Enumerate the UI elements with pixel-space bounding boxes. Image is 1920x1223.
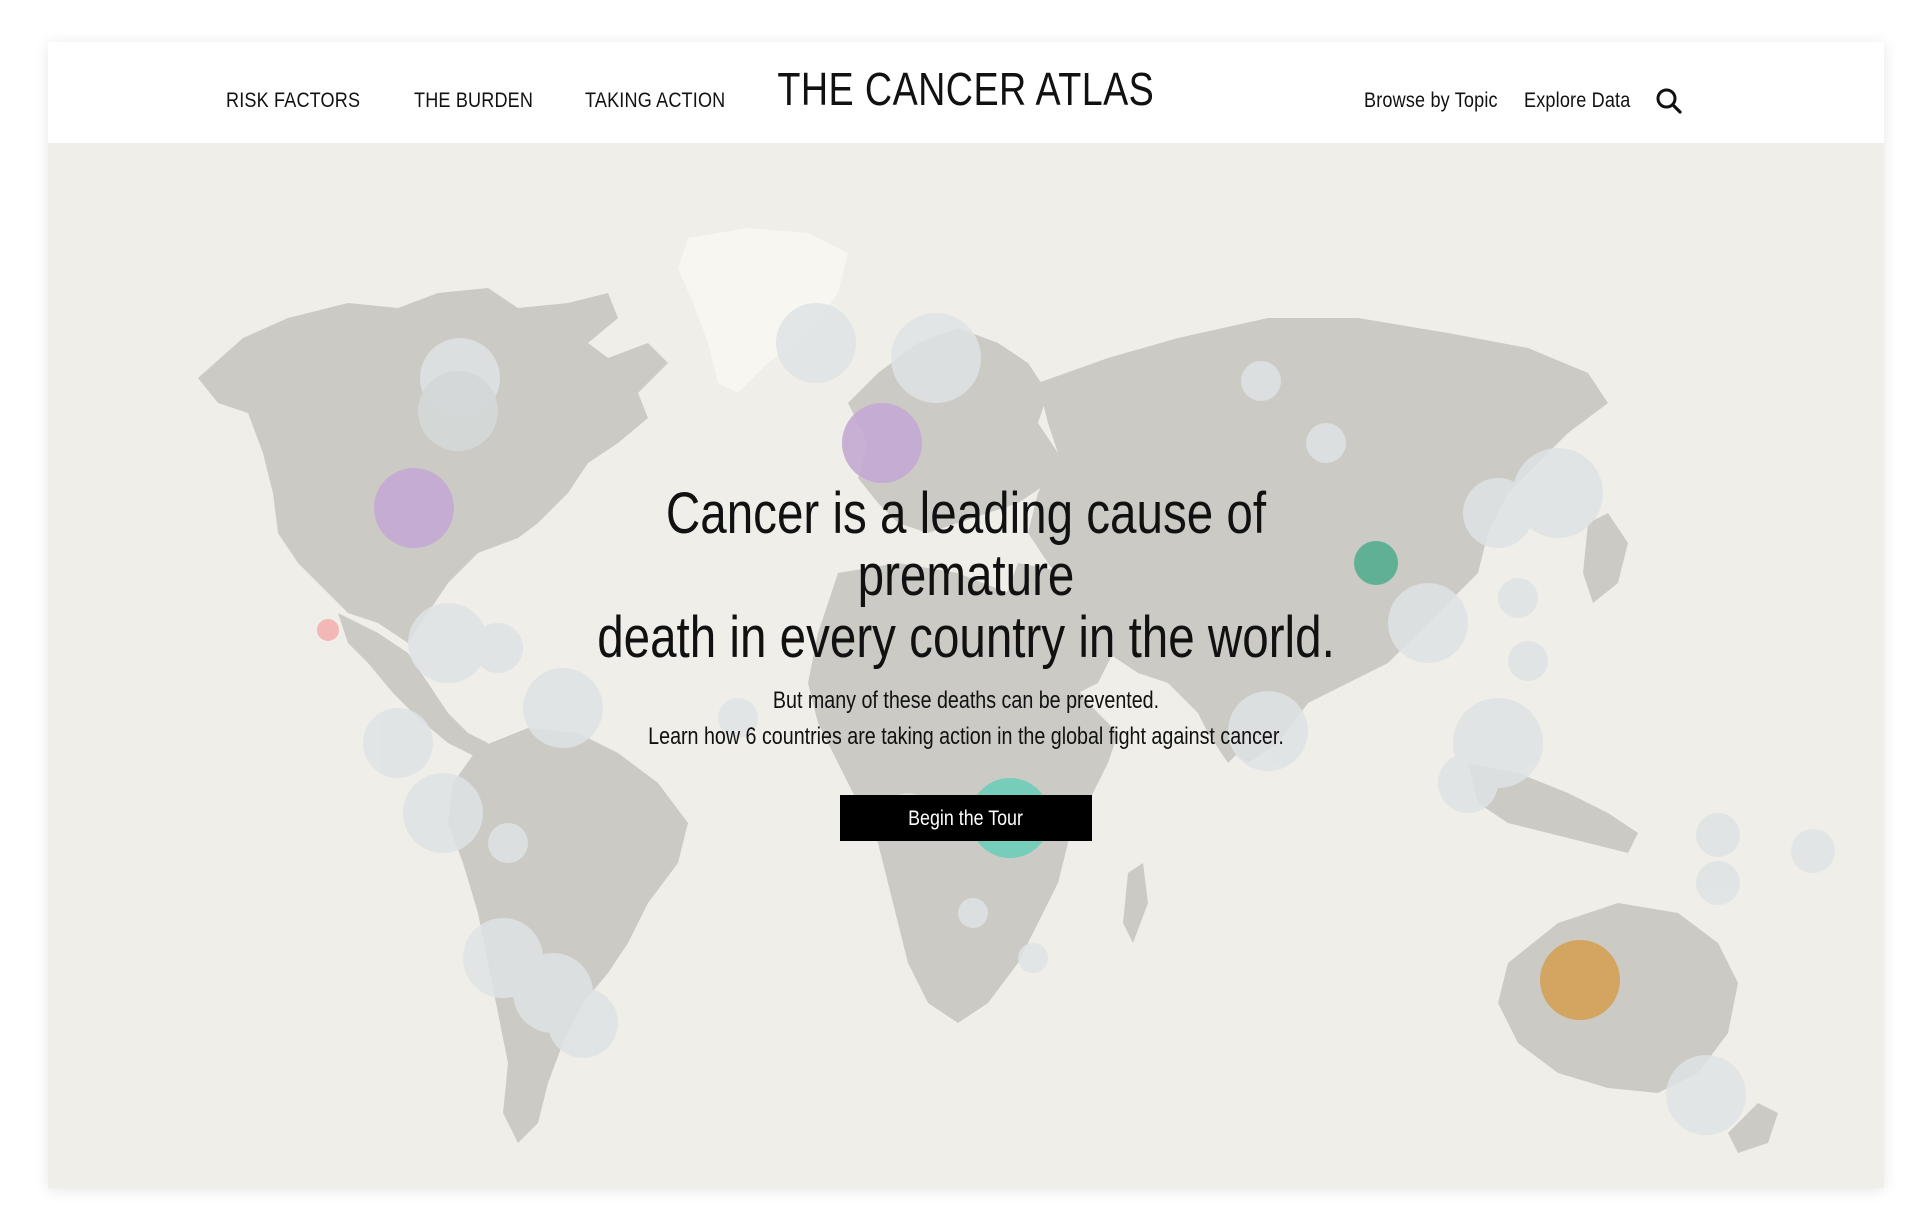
nav-the-burden[interactable]: THE BURDEN (414, 73, 533, 113)
hero-headline-line-1: Cancer is a leading cause of premature (665, 481, 1267, 608)
primary-nav: RISK FACTORS THE BURDEN TAKING ACTION (226, 42, 748, 143)
nav-taking-action[interactable]: TAKING ACTION (585, 73, 725, 113)
hero-subtitle-line-2: Learn how 6 countries are taking action … (648, 723, 1284, 750)
bubble (1241, 361, 1281, 401)
land-madagascar (1123, 863, 1148, 943)
hero-subtitle: But many of these deaths can be prevente… (597, 683, 1335, 755)
bubble (891, 313, 981, 403)
bubble (1018, 943, 1048, 973)
bubble (958, 898, 988, 928)
bubble (548, 988, 618, 1058)
site-logo-text[interactable]: THE CANCER ATLAS (778, 62, 1155, 116)
bubble (776, 303, 856, 383)
bubble (1666, 1055, 1746, 1135)
search-button[interactable] (1653, 85, 1685, 117)
hero: Cancer is a leading cause of premature d… (48, 483, 1884, 841)
secondary-nav: Browse by Topic Explore Data (1364, 42, 1685, 143)
begin-tour-button-label: Begin the Tour (908, 807, 1024, 830)
hero-headline: Cancer is a leading cause of premature d… (556, 483, 1376, 669)
bubble (1696, 861, 1740, 905)
bubble-australia[interactable] (1540, 940, 1620, 1020)
world-map[interactable]: Cancer is a leading cause of premature d… (48, 143, 1884, 1188)
hero-headline-line-2: death in every country in the world. (597, 605, 1335, 670)
bubble-canada[interactable] (418, 371, 498, 451)
site-header: RISK FACTORS THE BURDEN TAKING ACTION TH… (48, 42, 1884, 143)
hero-subtitle-line-1: But many of these deaths can be prevente… (772, 687, 1160, 714)
begin-tour-button[interactable]: Begin the Tour (840, 795, 1092, 841)
bubble-united-kingdom[interactable] (842, 403, 922, 483)
search-icon (1656, 88, 1682, 114)
nav-explore-data[interactable]: Explore Data (1524, 73, 1630, 113)
nav-risk-factors[interactable]: RISK FACTORS (226, 73, 360, 113)
app-frame: RISK FACTORS THE BURDEN TAKING ACTION TH… (48, 42, 1884, 1188)
nav-browse-by-topic[interactable]: Browse by Topic (1364, 73, 1498, 113)
bubble (1306, 423, 1346, 463)
